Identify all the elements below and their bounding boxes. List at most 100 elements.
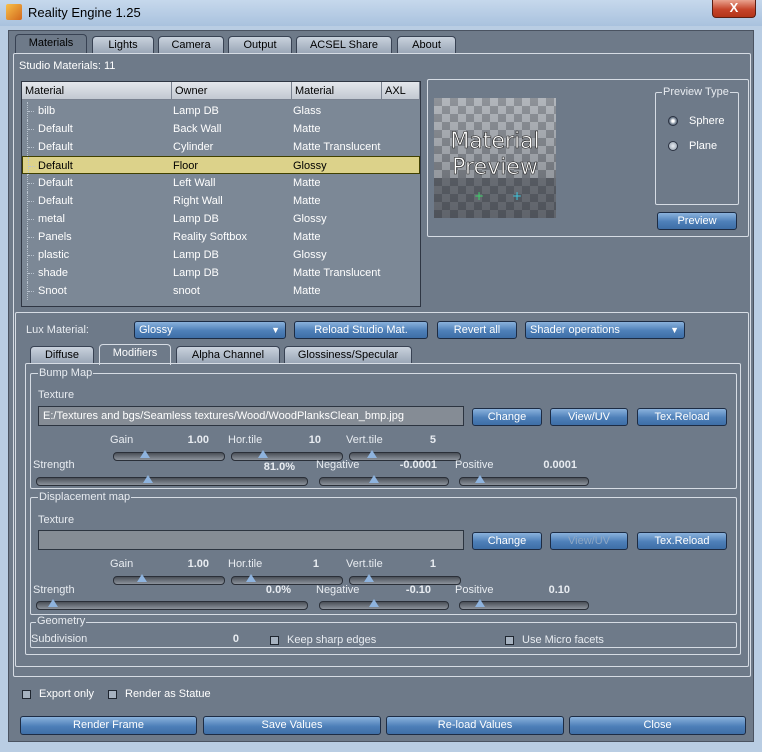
subtab-modifiers[interactable]: Modifiers [99,344,171,365]
bump-change-button[interactable]: Change [472,408,542,426]
displacement-positive-slider[interactable] [459,599,589,610]
sphere-label[interactable]: Sphere [689,115,724,127]
cell-name: Default [38,177,73,189]
cell-name: Panels [38,231,72,243]
displacement-negative-label: Negative [316,584,360,596]
main-panel: Materials Lights Camera Output ACSEL Sha… [8,30,754,742]
cell-name: metal [38,213,65,225]
bump-texture-path[interactable]: E:/Textures and bgs/Seamless textures/Wo… [38,406,464,426]
save-values-button[interactable]: Save Values [203,716,381,735]
slider-thumb[interactable] [363,574,374,582]
displacement-strength-slider[interactable] [36,599,308,610]
svg-text:Material: Material [450,129,539,154]
slider-thumb[interactable] [367,450,377,458]
keep-sharp-edges-checkbox[interactable] [270,636,279,645]
export-only-checkbox[interactable] [22,690,31,699]
reload-values-button[interactable]: Re-load Values [386,716,564,735]
tab-lights[interactable]: Lights [92,36,154,53]
cell-owner: Back Wall [173,123,222,135]
close-window-button[interactable]: X [712,0,756,18]
reload-studio-mat-button[interactable]: Reload Studio Mat. [294,321,428,339]
table-row[interactable]: bilb Lamp DB Glass [22,102,420,120]
slider-thumb[interactable] [142,475,153,483]
lux-material-label: Lux Material: [26,324,89,336]
subdivision-label: Subdivision [31,633,88,645]
bump-strength-slider[interactable] [36,475,308,486]
bump-tex-reload-button[interactable]: Tex.Reload [637,408,727,426]
slider-thumb[interactable] [475,475,486,483]
table-row[interactable]: Default Cylinder Matte Translucent [22,138,420,156]
tab-acsel-share[interactable]: ACSEL Share [296,36,392,53]
displacement-gain-slider[interactable] [113,574,225,585]
slider-thumb[interactable] [368,475,379,483]
bump-negative-label: Negative [316,459,360,471]
slider-thumb[interactable] [136,574,147,582]
table-row[interactable]: shade Lamp DB Matte Translucent [22,264,420,282]
export-only-label[interactable]: Export only [39,688,94,700]
use-micro-facets-checkbox[interactable] [505,636,514,645]
materials-table[interactable]: Material Owner Material AXL bilb Lamp DB G… [21,81,421,307]
preview-type-legend: Preview Type [662,86,730,98]
tab-materials[interactable]: Materials [15,34,87,53]
displacement-texture-path[interactable] [38,530,464,550]
column-header-material[interactable]: Material [22,82,172,100]
displacement-positive-label: Positive [455,584,494,596]
lux-material-select[interactable]: Glossy ▼ [134,321,286,339]
table-row[interactable]: Panels Reality Softbox Matte [22,228,420,246]
table-row[interactable]: Default Left Wall Matte [22,174,420,192]
subtab-glossiness-specular[interactable]: Glossiness/Specular [284,346,412,363]
render-frame-button[interactable]: Render Frame [20,716,197,735]
plane-radio[interactable] [668,141,678,151]
table-row[interactable]: Snoot snoot Matte [22,282,420,300]
displacement-change-button[interactable]: Change [472,532,542,550]
table-row[interactable]: Default Back Wall Matte [22,120,420,138]
subtab-alpha-channel[interactable]: Alpha Channel [176,346,280,363]
render-as-statue-label[interactable]: Render as Statue [125,688,211,700]
column-header-axl[interactable]: AXL [382,82,420,100]
displacement-view-uv-button[interactable]: View/UV [550,532,628,550]
bump-map-legend: Bump Map [38,367,94,379]
displacement-negative-slider[interactable] [319,599,449,610]
tab-output[interactable]: Output [228,36,292,53]
render-as-statue-checkbox[interactable] [108,690,117,699]
cell-name: Default [38,160,73,172]
bump-gain-slider[interactable] [113,450,225,461]
tab-about[interactable]: About [397,36,456,53]
cell-type: Matte [293,177,321,189]
use-micro-facets-label[interactable]: Use Micro facets [522,634,604,646]
displacement-positive-value: 0.10 [548,584,570,596]
tab-camera[interactable]: Camera [158,36,224,53]
cell-type: Matte [293,231,321,243]
bump-positive-slider[interactable] [459,475,589,486]
column-header-owner[interactable]: Owner [172,82,292,100]
close-button[interactable]: Close [569,716,746,735]
shader-operations-select[interactable]: Shader operations ▼ [525,321,685,339]
cell-owner: Lamp DB [173,249,219,261]
displacement-map-legend: Displacement map [38,491,132,503]
revert-all-button[interactable]: Revert all [437,321,517,339]
slider-thumb[interactable] [257,450,268,458]
cell-owner: Right Wall [173,195,223,207]
bump-view-uv-button[interactable]: View/UV [550,408,628,426]
slider-thumb[interactable] [139,450,150,458]
preview-button[interactable]: Preview [657,212,737,230]
table-row-selected[interactable]: Default Floor Glossy [22,156,420,175]
sphere-radio[interactable] [668,116,678,126]
plane-label[interactable]: Plane [689,140,717,152]
table-row[interactable]: plastic Lamp DB Glossy [22,246,420,264]
slider-thumb[interactable] [368,599,379,607]
cell-name: plastic [38,249,70,261]
slider-thumb[interactable] [48,599,59,607]
bump-verttile-value: 5 [429,434,436,446]
chevron-down-icon: ▼ [271,325,280,335]
slider-thumb[interactable] [475,599,486,607]
subtab-diffuse[interactable]: Diffuse [30,346,94,363]
table-row[interactable]: metal Lamp DB Glossy [22,210,420,228]
cell-name: Default [38,141,73,153]
displacement-tex-reload-button[interactable]: Tex.Reload [637,532,727,550]
table-row[interactable]: Default Right Wall Matte [22,192,420,210]
slider-thumb[interactable] [245,574,256,582]
bump-negative-slider[interactable] [319,475,449,486]
column-header-material-type[interactable]: Material [292,82,382,100]
keep-sharp-edges-label[interactable]: Keep sharp edges [287,634,376,646]
